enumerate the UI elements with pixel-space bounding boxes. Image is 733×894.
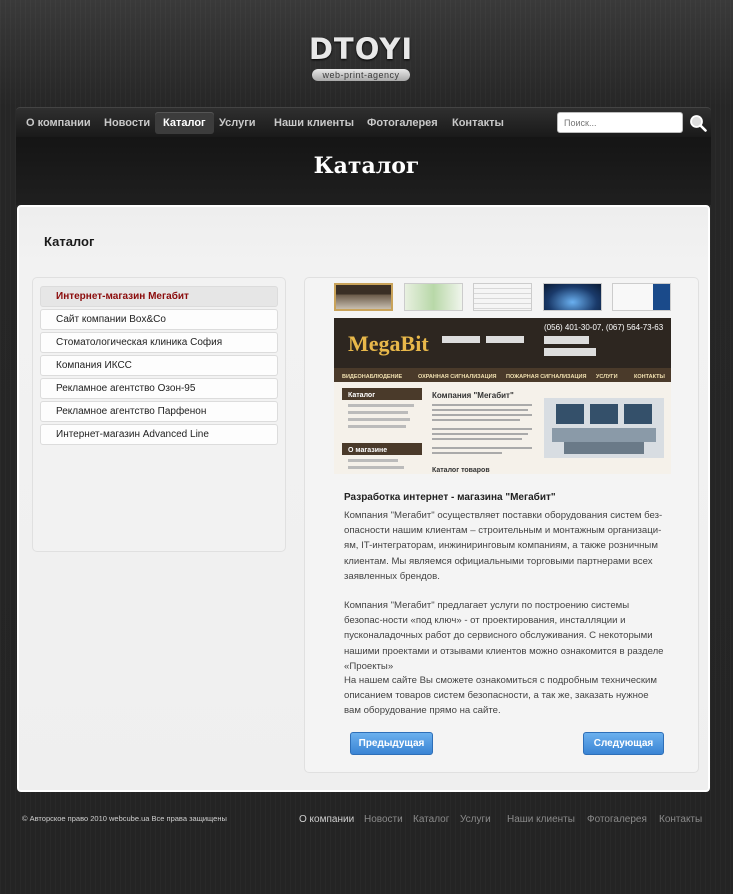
preview-catalog-label: Каталог: [348, 392, 375, 399]
nav-item-contacts[interactable]: Контакты: [444, 112, 512, 134]
preview-goods-label: Каталог товаров: [432, 467, 490, 474]
logo-tagline: web-print-agency: [312, 69, 410, 81]
site-logo[interactable]: DTOYI web-print-agency: [306, 33, 416, 81]
project-description-1: Компания "Мегабит" осуществляет поставки…: [344, 510, 663, 582]
preview-menu-5: КОНТАКТЫ: [634, 374, 665, 380]
preview-about-label: О магазине: [348, 447, 387, 454]
footer-link-clients[interactable]: Наши клиенты: [507, 814, 575, 825]
project-description-3: На нашем сайте Вы сможете ознакомиться с…: [344, 675, 657, 717]
main-navigation: О компании Новости Каталог Услуги Наши к…: [16, 107, 711, 137]
footer-link-gallery[interactable]: Фотогалерея: [587, 814, 647, 825]
page-title: Каталог: [313, 153, 420, 179]
next-button[interactable]: Следующая: [583, 732, 664, 755]
list-item[interactable]: Компания ИКСС: [40, 355, 278, 376]
thumbnail-boxco[interactable]: [404, 283, 463, 311]
footer-link-news[interactable]: Новости: [364, 814, 403, 825]
project-title: Разработка интернет - магазина "Мегабит": [344, 492, 556, 503]
nav-item-gallery[interactable]: Фотогалерея: [359, 112, 446, 134]
footer-link-services[interactable]: Услуги: [460, 814, 491, 825]
preview-menu-4: УСЛУГИ: [596, 374, 618, 380]
list-item[interactable]: Интернет-магазин Мегабит: [40, 286, 278, 307]
project-preview-image: MegaBit (056) 401-30-07, (067) 564-73-63…: [334, 318, 671, 474]
footer-link-about[interactable]: О компании: [299, 814, 354, 825]
preview-illustration: MegaBit (056) 401-30-07, (067) 564-73-63…: [334, 318, 671, 474]
thumbnail-ikss[interactable]: [543, 283, 602, 311]
logo-text: DTOYI: [308, 32, 414, 66]
list-item[interactable]: Сайт компании Box&Co: [40, 309, 278, 330]
thumbnail-sofia[interactable]: [473, 283, 532, 311]
list-item[interactable]: Интернет-магазин Advanced Line: [40, 424, 278, 445]
list-item[interactable]: Рекламное агентство Парфенон: [40, 401, 278, 422]
list-item[interactable]: Стоматологическая клиника София: [40, 332, 278, 353]
section-title: Каталог: [44, 234, 95, 249]
preview-heading: Компания "Мегабит": [432, 391, 514, 400]
previous-button[interactable]: Предыдущая: [350, 732, 433, 755]
thumbnail-ozon[interactable]: [612, 283, 671, 311]
nav-item-services[interactable]: Услуги: [211, 112, 264, 134]
preview-menu-1: ВИДЕОНАБЛЮДЕНИЕ: [342, 374, 402, 380]
search-icon[interactable]: [689, 114, 707, 132]
nav-item-clients[interactable]: Наши клиенты: [266, 112, 362, 134]
nav-item-news[interactable]: Новости: [96, 112, 158, 134]
preview-phone: (056) 401-30-07, (067) 564-73-63: [544, 323, 664, 332]
nav-item-catalog[interactable]: Каталог: [155, 112, 214, 134]
nav-item-about[interactable]: О компании: [18, 112, 99, 134]
search-input[interactable]: [557, 112, 683, 133]
thumbnail-megabit[interactable]: [334, 283, 393, 311]
footer-link-catalog[interactable]: Каталог: [413, 814, 449, 825]
list-item[interactable]: Рекламное агентство Озон-95: [40, 378, 278, 399]
copyright-text: © Авторское право 2010 webcube.ua Все пр…: [22, 814, 227, 823]
footer-link-contacts[interactable]: Контакты: [659, 814, 702, 825]
project-description-2: Компания "Мегабит" предлагает услуги по …: [344, 600, 664, 672]
preview-menu-2: ОХРАННАЯ СИГНАЛИЗАЦИЯ: [418, 374, 497, 380]
preview-brand: MegaBit: [348, 331, 429, 356]
preview-menu-3: ПОЖАРНАЯ СИГНАЛИЗАЦИЯ: [506, 374, 586, 380]
